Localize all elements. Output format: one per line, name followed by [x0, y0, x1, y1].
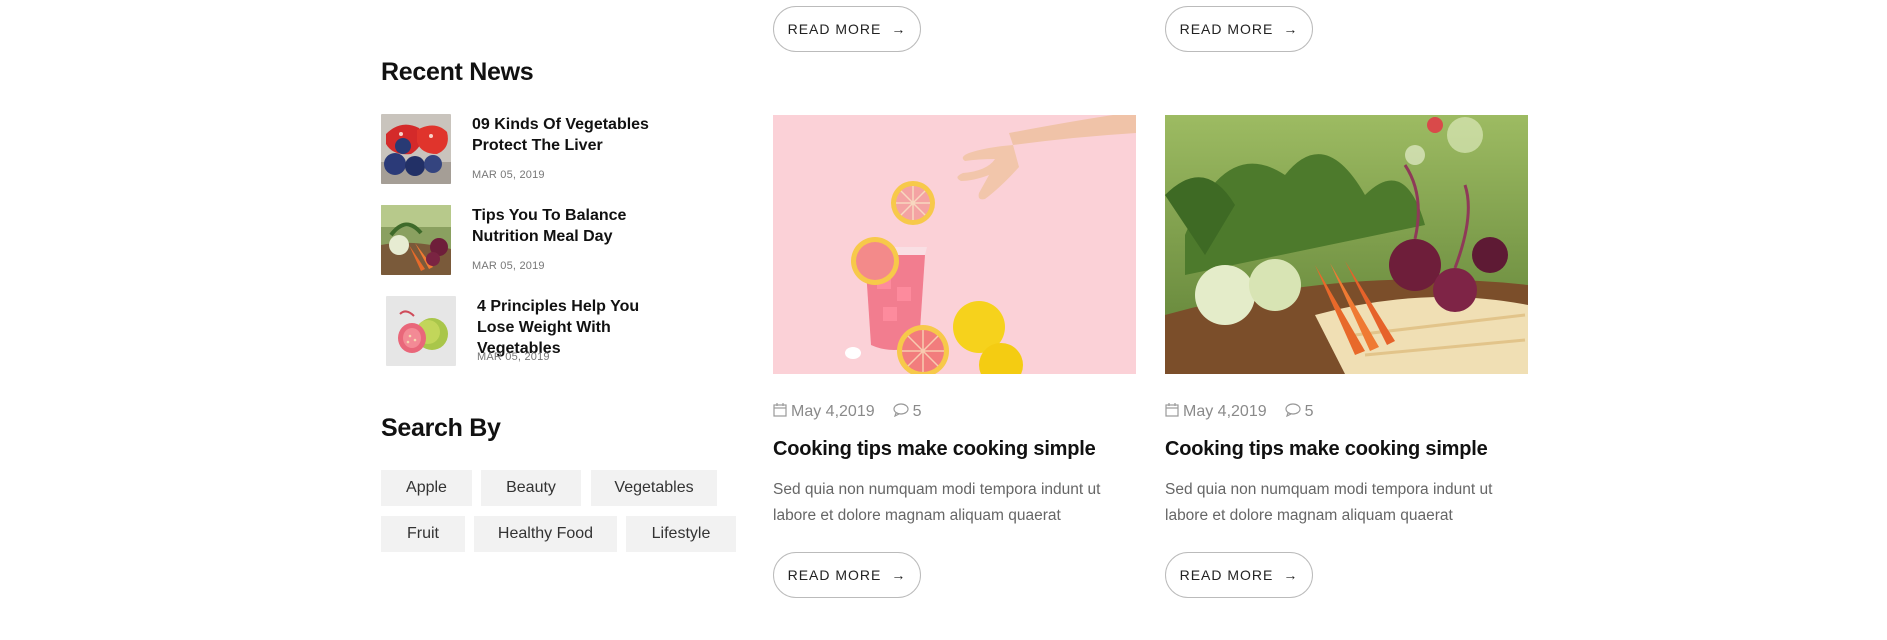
news-title[interactable]: 4 Principles Help You Lose Weight With V…	[477, 296, 677, 359]
tag-fruit[interactable]: Fruit	[381, 516, 465, 552]
read-more-label: READ MORE	[1179, 567, 1274, 583]
tag-beauty[interactable]: Beauty	[481, 470, 581, 506]
news-date: MAR 05, 2019	[472, 169, 545, 181]
search-by-heading: Search By	[381, 414, 501, 442]
comment-icon	[893, 402, 909, 422]
read-more-button-top-left[interactable]: READ MORE →	[773, 6, 921, 52]
recent-news-item[interactable]: 09 Kinds Of Vegetables Protect The Liver…	[381, 114, 741, 186]
read-more-label: READ MORE	[787, 21, 882, 37]
post-title[interactable]: Cooking tips make cooking simple	[773, 438, 1096, 461]
grapefruit-drink-photo-icon[interactable]	[773, 115, 1136, 374]
post-excerpt: Sed quia non numquam modi tempora indunt…	[1165, 481, 1493, 524]
vegetable-basket-photo-icon[interactable]	[1165, 115, 1528, 374]
comment-icon	[1285, 402, 1301, 422]
read-more-label: READ MORE	[787, 567, 882, 583]
post-excerpt: Sed quia non numquam modi tempora indunt…	[773, 481, 1101, 524]
arrow-right-icon: →	[1283, 567, 1299, 583]
tag-vegetables[interactable]: Vegetables	[591, 470, 717, 506]
read-more-button[interactable]: READ MORE →	[1165, 552, 1313, 598]
comment-count: 5	[912, 403, 922, 420]
tag-healthy-food[interactable]: Healthy Food	[474, 516, 617, 552]
read-more-label: READ MORE	[1179, 21, 1274, 37]
recent-news-heading: Recent News	[381, 58, 534, 86]
recent-news-item[interactable]: Tips You To Balance Nutrition Meal Day M…	[381, 205, 741, 277]
post-title[interactable]: Cooking tips make cooking simple	[1165, 438, 1488, 461]
post-meta: May 4,2019 5	[1165, 402, 1314, 422]
tag-lifestyle[interactable]: Lifestyle	[626, 516, 736, 552]
recent-news-item[interactable]: 4 Principles Help You Lose Weight With V…	[381, 296, 741, 368]
blog-post-card: May 4,2019 5 Cooking tips make cooking s…	[773, 115, 1136, 605]
comment-count: 5	[1304, 403, 1314, 420]
calendar-icon	[773, 402, 787, 422]
post-date: May 4,2019	[791, 403, 875, 420]
read-more-button[interactable]: READ MORE →	[773, 552, 921, 598]
blog-post-card: May 4,2019 5 Cooking tips make cooking s…	[1165, 115, 1528, 605]
post-meta: May 4,2019 5	[773, 402, 922, 422]
news-title[interactable]: Tips You To Balance Nutrition Meal Day	[472, 205, 672, 247]
tag-apple[interactable]: Apple	[381, 470, 472, 506]
guava-photo-icon[interactable]	[386, 296, 456, 366]
vegetable-basket-photo-icon[interactable]	[381, 205, 451, 275]
calendar-icon	[1165, 402, 1179, 422]
news-date: MAR 05, 2019	[477, 351, 550, 363]
read-more-button-top-right[interactable]: READ MORE →	[1165, 6, 1313, 52]
arrow-right-icon: →	[1283, 21, 1299, 37]
news-title[interactable]: 09 Kinds Of Vegetables Protect The Liver	[472, 114, 672, 156]
news-date: MAR 05, 2019	[472, 260, 545, 272]
strawberry-blueberry-photo-icon[interactable]	[381, 114, 451, 184]
arrow-right-icon: →	[891, 567, 907, 583]
post-date: May 4,2019	[1183, 403, 1267, 420]
arrow-right-icon: →	[891, 21, 907, 37]
